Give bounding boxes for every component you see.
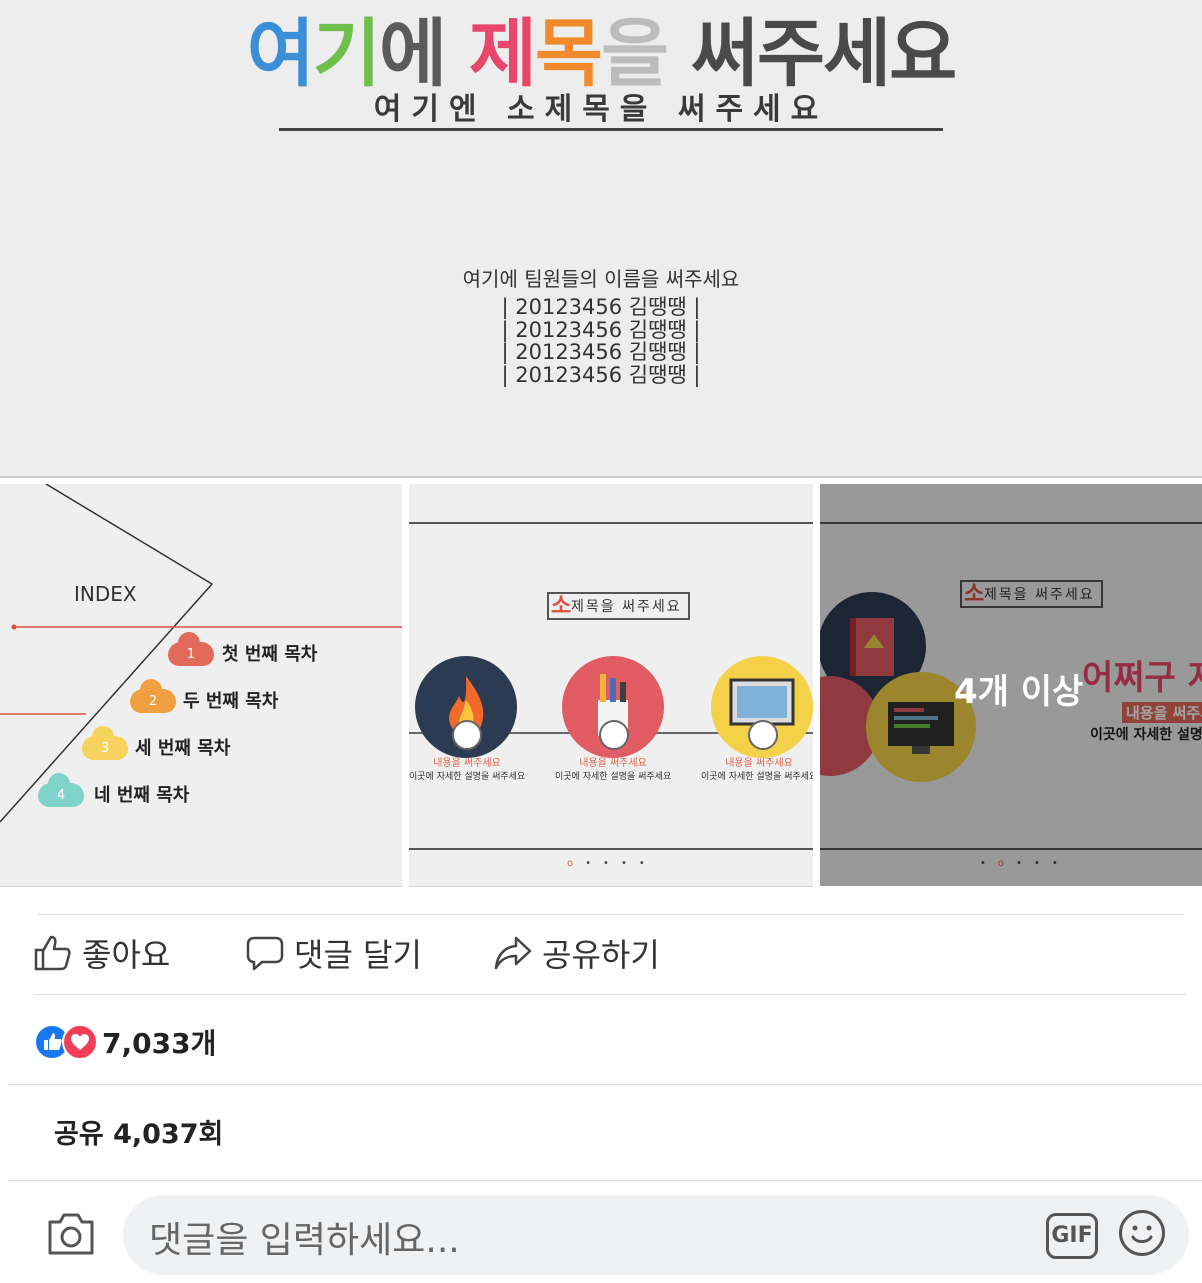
thumbs-up-icon xyxy=(34,935,71,971)
thumbnail-index-slide[interactable]: INDEX 1 첫 번째 목차 2 두 번째 목차 3 세 번째 목차 4 네 … xyxy=(0,484,402,886)
members-list: | 20123456 김땡땡 | | 20123456 김땡땡 | | 2012… xyxy=(0,296,1202,386)
so-glyph: 소 xyxy=(551,594,572,619)
love-reaction-icon xyxy=(62,1024,98,1060)
card-desc: 이곳에 자세한 설명을 써주세요 xyxy=(555,772,672,782)
slide-subtitle-box: 소 제목을 써주세요 xyxy=(547,592,690,620)
card-title: 내용을 써주세요 xyxy=(579,758,647,769)
members-heading: 여기에 팀원들의 이름을 써주세요 xyxy=(462,267,740,291)
more-photos-count: 4개 이상 xyxy=(954,672,1084,712)
share-button[interactable]: 공유하기 xyxy=(494,930,660,980)
cloud-icon: 1 xyxy=(168,632,214,666)
member-row: | 20123456 김땡땡 | xyxy=(501,362,701,387)
share-count[interactable]: 공유 4,037회 xyxy=(54,1112,223,1151)
divider xyxy=(409,522,813,524)
speech-bubble-icon xyxy=(246,936,284,971)
card-desc: 이곳에 자세한 설명을 써주세요 xyxy=(701,772,813,782)
title-underline xyxy=(279,128,943,131)
cloud-icon: 3 xyxy=(82,726,128,760)
reaction-summary[interactable]: 7,033개 xyxy=(34,1022,216,1062)
emoji-icon[interactable] xyxy=(1119,1210,1165,1256)
card-title: 내용을 써주세요 xyxy=(725,758,793,769)
divider xyxy=(8,1180,1202,1181)
toc-item: 네 번째 목차 xyxy=(94,785,190,806)
divider xyxy=(38,914,1184,915)
timeline-node xyxy=(748,720,778,750)
comment-placeholder: 댓글을 입력하세요... xyxy=(149,1220,460,1261)
toc-item: 두 번째 목차 xyxy=(183,691,279,712)
thumbnail-content-slide[interactable]: 소 제목을 써주세요 내용을 써주세요 이곳에 자세한 설명을 써주세요 내용을… xyxy=(409,484,813,886)
like-button[interactable]: 좋아요 xyxy=(34,930,170,980)
subtitle-text: 제목을 써주세요 xyxy=(571,599,682,615)
share-arrow-icon xyxy=(494,936,532,970)
toc-item: 세 번째 목차 xyxy=(135,738,231,759)
divider xyxy=(0,476,1202,478)
main-slide-image[interactable]: 여기에 제목을 써주세요 여기엔 소제목을 써주세요 여기에 팀원들의 이름을 … xyxy=(0,0,1202,478)
member-row: | 20123456 김땡땡 | xyxy=(501,295,701,319)
timeline-node xyxy=(452,720,482,750)
comment-button[interactable]: 댓글 달기 xyxy=(246,930,422,980)
divider xyxy=(8,1084,1202,1085)
index-decor-lines xyxy=(0,484,402,823)
slide-subtitle: 여기엔 소제목을 써주세요 xyxy=(373,92,829,127)
member-row: | 20123456 김땡땡 | xyxy=(501,340,701,364)
reaction-count: 7,033개 xyxy=(102,1027,217,1060)
toc-item: 첫 번째 목차 xyxy=(222,644,318,665)
like-label: 좋아요 xyxy=(82,936,171,974)
share-label: 공유하기 xyxy=(542,936,660,974)
comment-label: 댓글 달기 xyxy=(294,936,422,974)
pagination-dots: o•••• xyxy=(567,858,657,869)
index-label: INDEX xyxy=(74,582,137,606)
thumbnail-more-photos[interactable]: 소 제목을 써주세요 어쩌구 저 내용을 써주세 이곳에 자세한 설명을 •o•… xyxy=(820,484,1202,886)
divider xyxy=(409,848,813,850)
card-title: 내용을 써주세요 xyxy=(433,758,501,769)
comment-input[interactable]: 댓글을 입력하세요... GIF xyxy=(123,1195,1189,1275)
card-desc: 이곳에 자세한 설명을 써주세요 xyxy=(409,772,526,782)
divider xyxy=(34,994,1186,995)
cloud-icon: 4 xyxy=(38,773,84,807)
gif-button[interactable]: GIF xyxy=(1046,1213,1098,1259)
member-row: | 20123456 김땡땡 | xyxy=(501,317,701,342)
camera-icon[interactable] xyxy=(46,1212,96,1260)
timeline-node xyxy=(599,720,629,750)
cloud-icon: 2 xyxy=(130,679,176,713)
